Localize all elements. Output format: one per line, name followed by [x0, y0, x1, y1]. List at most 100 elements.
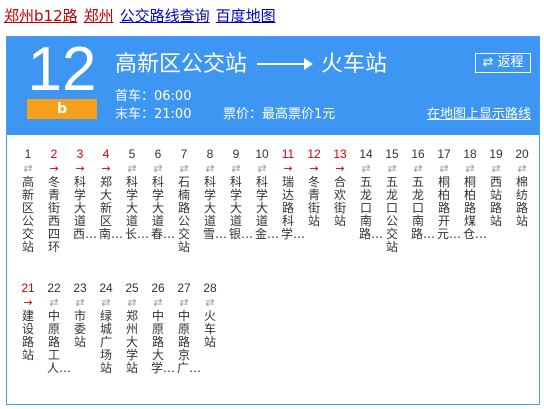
swap-arrows-icon: ⇄ — [75, 296, 85, 309]
route-header: 12 b 高新区公交站 火车站 ⇄ 返程 首车：06:00 末车：21:00 票价… — [7, 37, 539, 135]
route-origin: 高新区公交站 — [115, 52, 248, 77]
swap-arrows-icon: ⇄ — [413, 162, 423, 175]
stop-item[interactable]: 10 ⇄ 科学大道金… — [252, 146, 279, 241]
arrow-right-icon: → — [335, 162, 345, 175]
stop-name: 冬青街西四环 — [47, 175, 60, 254]
stop-item[interactable]: 21 → 建设路站 — [18, 280, 38, 362]
swap-arrows-icon: ⇄ — [439, 162, 449, 175]
stop-item[interactable]: 15 ⇄ 五龙口公交站 — [382, 146, 402, 254]
stop-name: 中原路京广… — [177, 309, 202, 375]
stop-item[interactable]: 17 ⇄ 桐柏路开元… — [434, 146, 461, 241]
stop-item[interactable]: 28 ⇄ 火车站 — [200, 280, 220, 349]
stop-number: 24 — [99, 281, 113, 295]
swap-arrows-icon: ⇄ — [257, 162, 267, 175]
swap-arrows-icon: ⇄ — [491, 162, 501, 175]
swap-arrows-icon: ⇄ — [205, 162, 215, 175]
stop-item[interactable]: 14 ⇄ 五龙口南路… — [356, 146, 384, 241]
swap-arrows-icon: ⇄ — [517, 162, 527, 175]
stop-item[interactable]: 20 ⇄ 棉纺路站 — [512, 146, 532, 228]
route-destination: 火车站 — [321, 52, 388, 77]
stop-number: 8 — [206, 147, 214, 161]
stop-item[interactable]: 22 ⇄ 中原路工人… — [44, 280, 72, 375]
stop-name: 瑞达路科学… — [281, 175, 306, 241]
route-number: 12 — [27, 35, 97, 104]
stop-number: 28 — [203, 281, 217, 295]
stop-name: 建设路站 — [21, 309, 34, 362]
swap-arrows-icon: ⇄ — [179, 296, 189, 309]
stop-item[interactable]: 27 ⇄ 中原路京广… — [174, 280, 202, 375]
stop-number: 9 — [232, 147, 240, 161]
stop-number: 6 — [154, 147, 162, 161]
stop-number: 19 — [489, 147, 503, 161]
stop-item[interactable]: 13 → 合欢街站 — [330, 146, 350, 228]
stop-number: 11 — [281, 147, 295, 161]
stop-item[interactable]: 12 → 冬青街站 — [304, 146, 324, 228]
stop-name: 中原路大学… — [151, 309, 176, 375]
direction-arrow-icon — [257, 58, 314, 70]
swap-arrows-icon: ⇄ — [205, 296, 215, 309]
stop-name: 西站路站 — [489, 175, 502, 228]
swap-arrows-icon: ⇄ — [231, 162, 241, 175]
baidu-map-link[interactable]: 百度地图 — [216, 7, 276, 25]
stop-item[interactable]: 4 → 郑大新区南… — [96, 146, 124, 241]
stop-number: 3 — [76, 147, 84, 161]
stop-name: 合欢街站 — [333, 175, 346, 228]
stop-number: 1 — [24, 147, 32, 161]
swap-arrows-icon: ⇄ — [127, 296, 137, 309]
stop-item[interactable]: 18 ⇄ 桐柏路煤仓… — [460, 146, 488, 241]
stop-number: 16 — [411, 147, 425, 161]
stop-number: 4 — [102, 147, 110, 161]
swap-arrows-icon: ⇄ — [23, 162, 33, 175]
arrow-right-icon: → — [49, 162, 59, 175]
stop-name: 科学大道春… — [151, 175, 176, 241]
swap-arrows-icon: ⇄ — [361, 162, 371, 175]
stop-number: 13 — [333, 147, 347, 161]
stop-number: 23 — [73, 281, 87, 295]
stop-item[interactable]: 16 ⇄ 五龙口南路… — [408, 146, 435, 241]
stop-number: 27 — [177, 281, 191, 295]
route-query-link[interactable]: 公交路线查询 — [120, 7, 210, 25]
stop-item[interactable]: 5 ⇄ 科学大道长… — [122, 146, 149, 241]
arrow-right-icon: → — [101, 162, 111, 175]
stop-number: 20 — [515, 147, 529, 161]
stop-item[interactable]: 11 → 瑞达路科学… — [278, 146, 306, 241]
stop-item[interactable]: 23 ⇄ 市委站 — [70, 280, 90, 349]
stop-number: 12 — [307, 147, 321, 161]
stop-item[interactable]: 1 ⇄ 高新区公交站 — [18, 146, 38, 254]
stop-item[interactable]: 19 ⇄ 西站路站 — [486, 146, 506, 228]
stop-item[interactable]: 2 → 冬青街西四环 — [44, 146, 64, 254]
stop-item[interactable]: 8 ⇄ 科学大道雪… — [200, 146, 227, 241]
stop-item[interactable]: 7 ⇄ 石楠路公交站 — [174, 146, 194, 254]
stop-item[interactable]: 3 → 科学大道西… — [70, 146, 98, 241]
stop-item[interactable]: 26 ⇄ 中原路大学… — [148, 280, 176, 375]
stop-item[interactable]: 25 ⇄ 郑州大学站 — [122, 280, 142, 375]
route-direction: 高新区公交站 火车站 — [115, 51, 387, 79]
stop-name: 高新区公交站 — [21, 175, 34, 254]
arrow-right-icon: → — [309, 162, 319, 175]
stop-name: 桐柏路煤仓… — [463, 175, 488, 241]
swap-arrows-icon: ⇄ — [49, 296, 59, 309]
stop-item[interactable]: 6 ⇄ 科学大道春… — [148, 146, 176, 241]
stop-name: 中原路工人… — [47, 309, 72, 375]
stop-name: 棉纺路站 — [515, 175, 528, 228]
reverse-button[interactable]: ⇄ 返程 — [475, 53, 531, 73]
arrow-right-icon: → — [283, 162, 293, 175]
stop-name: 科学大道西… — [73, 175, 98, 241]
title-links: 郑州b12路 郑州 公交路线查询 百度地图 — [4, 6, 276, 26]
stop-item[interactable]: 9 ⇄ 科学大道银… — [226, 146, 253, 241]
stop-number: 25 — [125, 281, 139, 295]
swap-arrows-icon: ⇄ — [387, 162, 397, 175]
show-route-on-map-link[interactable]: 在地图上显示路线 — [427, 106, 531, 124]
stop-item[interactable]: 24 ⇄ 绿城广场站 — [96, 280, 116, 375]
stop-number: 26 — [151, 281, 165, 295]
city-link[interactable]: 郑州 — [84, 7, 114, 25]
arrow-right-icon: → — [75, 162, 85, 175]
swap-arrows-icon: ⇄ — [179, 162, 189, 175]
swap-arrows-icon: ⇄ — [127, 162, 137, 175]
stop-name: 市委站 — [73, 309, 86, 349]
stop-name: 郑大新区南… — [99, 175, 124, 241]
route-title-link[interactable]: 郑州b12路 — [4, 7, 78, 25]
stop-name: 五龙口南路… — [359, 175, 384, 241]
stop-number: 17 — [437, 147, 451, 161]
arrow-right-icon: → — [23, 296, 33, 309]
